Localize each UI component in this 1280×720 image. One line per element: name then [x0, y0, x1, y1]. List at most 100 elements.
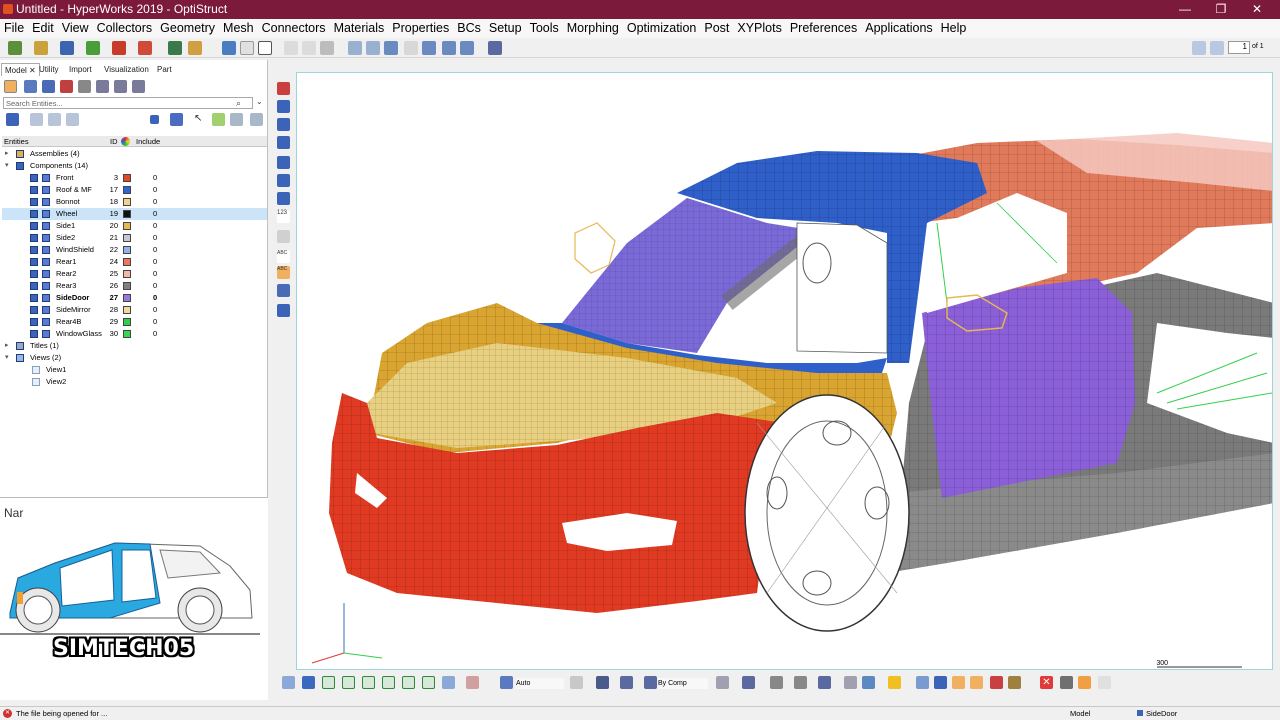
view-icon[interactable]	[284, 41, 298, 55]
close-button[interactable]: ✕	[1240, 0, 1274, 19]
clip-icon[interactable]	[466, 676, 479, 689]
menu-tools[interactable]: Tools	[526, 19, 563, 35]
view3-icon[interactable]	[320, 41, 334, 55]
menu-post[interactable]: Post	[700, 19, 733, 35]
cursor-icon[interactable]: ↖	[194, 113, 207, 126]
include-view-icon[interactable]	[96, 80, 109, 93]
zoom-fit-icon[interactable]	[282, 676, 295, 689]
tab-visualization[interactable]: Visualization	[101, 63, 152, 76]
car-mesh-model[interactable]	[297, 73, 1273, 670]
open-model-icon[interactable]	[8, 41, 22, 55]
screen-icon[interactable]	[862, 676, 875, 689]
material-view-icon[interactable]	[60, 80, 73, 93]
color-by-icon[interactable]	[170, 113, 183, 126]
menu-morphing[interactable]: Morphing	[563, 19, 623, 35]
annotation-tool-icon[interactable]: ABC	[277, 266, 290, 279]
table-row[interactable]: WindShield 22 0	[2, 244, 267, 256]
table-row[interactable]: Side2 21 0	[2, 232, 267, 244]
menu-properties[interactable]: Properties	[388, 19, 453, 35]
table-row[interactable]: Wheel 19 0	[2, 208, 267, 220]
tab-utility[interactable]: Utility	[36, 63, 62, 76]
tab-part[interactable]: Part	[154, 63, 175, 76]
solid-display-icon[interactable]	[742, 676, 755, 689]
color-mode-icon[interactable]	[644, 676, 657, 689]
color-swatch[interactable]	[123, 198, 131, 206]
delete-icon[interactable]: ✕	[1040, 676, 1053, 689]
color-swatch[interactable]	[123, 282, 131, 290]
view-right-icon[interactable]	[402, 676, 415, 689]
menu-file[interactable]: File	[0, 19, 28, 35]
color-swatch[interactable]	[123, 246, 131, 254]
view-bottom-icon[interactable]	[362, 676, 375, 689]
quality-tool-icon[interactable]	[277, 156, 290, 169]
view-left-icon[interactable]	[382, 676, 395, 689]
auto-style-icon[interactable]	[500, 676, 513, 689]
grid-icon[interactable]	[844, 676, 857, 689]
view-front-icon[interactable]	[322, 676, 335, 689]
menu-xyplots[interactable]: XYPlots	[733, 19, 785, 35]
folder-icon[interactable]	[188, 41, 202, 55]
zoom-icon[interactable]	[348, 41, 362, 55]
menu-preferences[interactable]: Preferences	[786, 19, 861, 35]
auto-dropdown[interactable]: Auto	[516, 678, 564, 689]
loadcol-display-icon[interactable]	[990, 676, 1003, 689]
color-swatch[interactable]	[123, 330, 131, 338]
view-back-icon[interactable]	[302, 676, 315, 689]
property-view-icon[interactable]	[78, 80, 91, 93]
close-tab-icon[interactable]: ✕	[29, 66, 36, 75]
table-row[interactable]: Side1 20 0	[2, 220, 267, 232]
component-create-icon[interactable]	[150, 115, 159, 124]
color-swatch[interactable]	[123, 174, 131, 182]
menu-setup[interactable]: Setup	[485, 19, 526, 35]
line-icon[interactable]	[770, 676, 783, 689]
color-swatch[interactable]	[123, 234, 131, 242]
component-view-icon[interactable]	[24, 80, 37, 93]
tab-import[interactable]: Import	[66, 63, 95, 76]
hide-all-icon[interactable]	[48, 113, 61, 126]
box-select-icon[interactable]	[258, 41, 272, 55]
model-view-icon[interactable]	[4, 80, 17, 93]
view-top-icon[interactable]	[342, 676, 355, 689]
color-swatch[interactable]	[123, 270, 131, 278]
menu-materials[interactable]: Materials	[330, 19, 389, 35]
measure-tool-icon[interactable]	[277, 230, 290, 243]
find-icon[interactable]	[212, 113, 225, 126]
bycomp-cube-icon[interactable]	[620, 676, 633, 689]
search-input[interactable]: Search Entities...	[3, 97, 253, 109]
table-row[interactable]: Bonnot 18 0	[2, 196, 267, 208]
table-row[interactable]: WindowGlass 30 0	[2, 328, 267, 340]
menu-help[interactable]: Help	[937, 19, 971, 35]
table-row[interactable]: Rear4B 29 0	[2, 316, 267, 328]
table-row[interactable]: Rear2 25 0	[2, 268, 267, 280]
loadstep-view-icon[interactable]	[114, 80, 127, 93]
menu-geometry[interactable]: Geometry	[156, 19, 219, 35]
show-icon[interactable]	[1078, 676, 1091, 689]
color-swatch[interactable]	[123, 318, 131, 326]
tree-components[interactable]: ▾ Components (14)	[2, 160, 267, 172]
hide-icon[interactable]	[1060, 676, 1073, 689]
save-icon[interactable]	[60, 41, 74, 55]
view-axis-icon[interactable]	[442, 676, 455, 689]
color-swatch[interactable]	[123, 222, 131, 230]
color-swatch[interactable]	[123, 210, 131, 218]
table-row[interactable]: Rear3 26 0	[2, 280, 267, 292]
view-iso-icon[interactable]	[422, 676, 435, 689]
assembly-view-icon[interactable]	[42, 80, 55, 93]
expand-icon[interactable]: ▸	[5, 340, 9, 352]
tree-assemblies[interactable]: ▸ Assemblies (4)	[2, 148, 267, 160]
sphere-tool-icon[interactable]	[277, 174, 290, 187]
solver-view-icon[interactable]	[132, 80, 145, 93]
table-row[interactable]: Roof & MF 17 0	[2, 184, 267, 196]
table-row[interactable]: Front 3 0	[2, 172, 267, 184]
cube-view-icon[interactable]	[488, 41, 502, 55]
lasso-icon[interactable]	[570, 676, 583, 689]
hand-icon[interactable]	[404, 41, 418, 55]
spin-icon[interactable]	[442, 41, 456, 55]
page-input[interactable]: 1	[1228, 41, 1250, 54]
menu-edit[interactable]: Edit	[28, 19, 58, 35]
tree-view-item[interactable]: View2	[2, 376, 267, 388]
search-icon[interactable]: ⌕	[236, 98, 241, 109]
tree-views[interactable]: ▾ Views (2)	[2, 352, 267, 364]
solver-export-icon[interactable]	[112, 41, 126, 55]
rotate-icon[interactable]	[422, 41, 436, 55]
